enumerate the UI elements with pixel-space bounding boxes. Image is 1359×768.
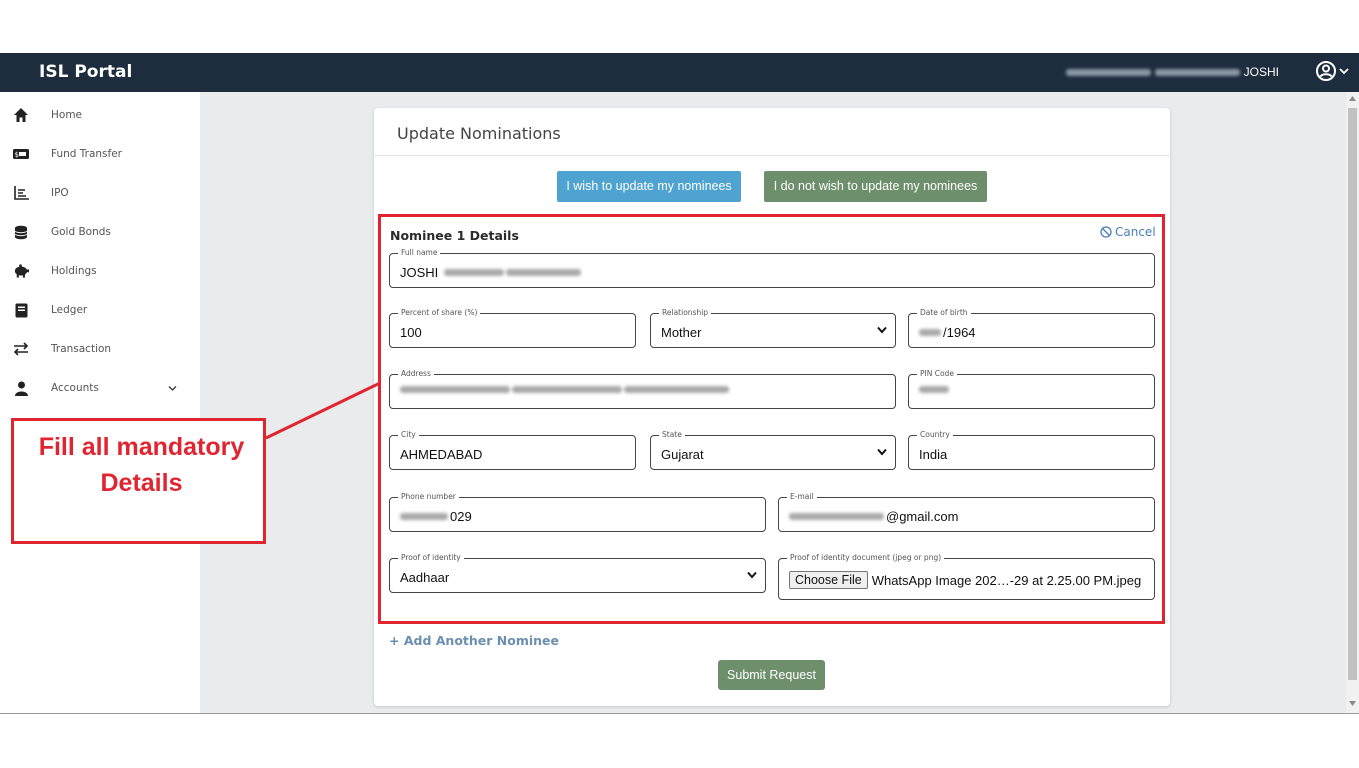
brand-title[interactable]: ISL Portal bbox=[39, 53, 132, 92]
sidebar-item-accounts[interactable]: Accounts bbox=[0, 370, 200, 406]
sidebar-item-label: Home bbox=[51, 109, 83, 121]
sidebar-item-label: Transaction bbox=[51, 343, 112, 355]
sidebar: Home $ Fund Transfer IPO Gold Bonds Hold… bbox=[0, 92, 200, 713]
sidebar-item-ledger[interactable]: Ledger bbox=[0, 292, 200, 328]
add-another-nominee-link[interactable]: + Add Another Nominee bbox=[389, 633, 559, 648]
piggy-bank-icon bbox=[13, 263, 29, 279]
sidebar-item-ipo[interactable]: IPO bbox=[0, 175, 200, 211]
annotation-line-2: Details bbox=[100, 469, 183, 497]
submit-request-button[interactable]: Submit Request bbox=[718, 660, 825, 690]
vertical-scrollbar[interactable] bbox=[1346, 92, 1359, 713]
user-circle-icon bbox=[1316, 61, 1336, 81]
scroll-down-arrow-icon[interactable] bbox=[1349, 701, 1356, 706]
money-icon: $ bbox=[13, 146, 29, 162]
chevron-down-icon bbox=[168, 379, 177, 397]
annotation-callout: Fill all mandatory Details bbox=[11, 418, 266, 544]
redacted-name bbox=[1154, 69, 1240, 76]
sidebar-item-label: Gold Bonds bbox=[51, 226, 111, 238]
sidebar-item-holdings[interactable]: Holdings bbox=[0, 253, 200, 289]
sidebar-item-fund-transfer[interactable]: $ Fund Transfer bbox=[0, 136, 200, 172]
svg-text:$: $ bbox=[15, 151, 19, 159]
annotation-line-1: Fill all mandatory bbox=[38, 433, 245, 461]
sidebar-item-gold-bonds[interactable]: Gold Bonds bbox=[0, 214, 200, 250]
user-surname: JOSHI bbox=[1243, 65, 1279, 79]
chevron-down-icon bbox=[1339, 68, 1349, 75]
account-menu-button[interactable] bbox=[1315, 60, 1349, 82]
sidebar-item-home[interactable]: Home bbox=[0, 97, 200, 133]
sidebar-item-label: Accounts bbox=[51, 382, 99, 394]
update-nominees-button[interactable]: I wish to update my nominees bbox=[557, 171, 741, 202]
sidebar-item-label: IPO bbox=[51, 187, 69, 199]
no-update-nominees-button[interactable]: I do not wish to update my nominees bbox=[764, 171, 987, 202]
book-icon bbox=[13, 302, 29, 318]
highlight-box bbox=[378, 214, 1165, 624]
redacted-name bbox=[1065, 69, 1151, 76]
sidebar-item-label: Holdings bbox=[51, 265, 97, 277]
divider bbox=[374, 155, 1170, 156]
exchange-icon bbox=[13, 341, 29, 357]
chart-icon bbox=[13, 185, 29, 201]
sidebar-item-transaction[interactable]: Transaction bbox=[0, 331, 200, 367]
sidebar-item-label: Ledger bbox=[51, 304, 88, 316]
user-name: JOSHI bbox=[1065, 53, 1279, 92]
card-title: Update Nominations bbox=[397, 124, 561, 143]
coins-icon bbox=[13, 224, 29, 240]
annotation-text: Fill all mandatory Details bbox=[14, 429, 269, 501]
user-icon bbox=[13, 380, 29, 396]
scrollbar-thumb[interactable] bbox=[1348, 108, 1357, 680]
sidebar-item-label: Fund Transfer bbox=[51, 148, 122, 160]
scroll-up-arrow-icon[interactable] bbox=[1349, 96, 1356, 101]
top-navbar: ISL Portal JOSHI bbox=[0, 53, 1359, 92]
home-icon bbox=[13, 107, 29, 123]
